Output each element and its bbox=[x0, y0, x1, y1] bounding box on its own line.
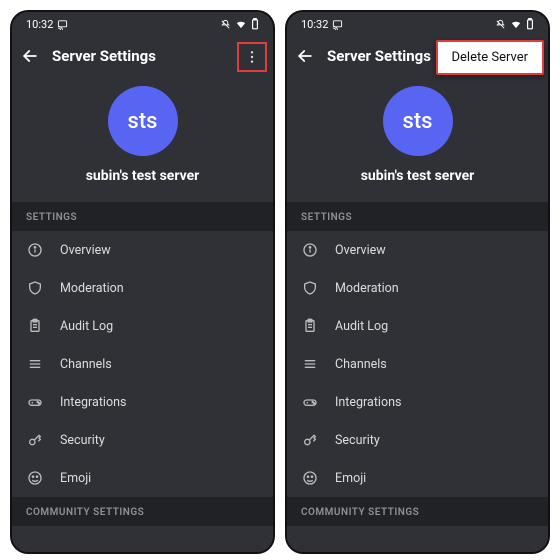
delete-server-menu-item[interactable]: Delete Server bbox=[436, 40, 545, 75]
server-avatar[interactable]: sts bbox=[383, 86, 453, 156]
item-label: Channels bbox=[60, 357, 112, 372]
emoji-icon bbox=[301, 470, 319, 486]
server-initials: sts bbox=[128, 109, 158, 134]
cast-icon bbox=[57, 19, 68, 30]
clipboard-icon bbox=[301, 318, 319, 334]
info-icon bbox=[301, 242, 319, 258]
item-moderation[interactable]: Moderation bbox=[287, 269, 548, 307]
server-name: subin's test server bbox=[86, 168, 200, 184]
settings-list: SETTINGS Overview Moderation Audit Log C… bbox=[287, 202, 548, 552]
status-time: 10:32 bbox=[26, 18, 53, 31]
status-bar: 10:32 bbox=[287, 12, 548, 36]
phone-left: 10:32 Server Settings sts bbox=[10, 10, 275, 554]
vibrate-icon bbox=[220, 19, 231, 30]
item-integrations[interactable]: Integrations bbox=[287, 383, 548, 421]
battery-icon bbox=[251, 18, 259, 30]
more-vertical-icon bbox=[244, 49, 260, 65]
cast-icon bbox=[332, 19, 343, 30]
item-label: Security bbox=[335, 433, 380, 448]
phone-right: 10:32 Server Settings Delete Server bbox=[285, 10, 550, 554]
item-moderation[interactable]: Moderation bbox=[12, 269, 273, 307]
wifi-icon bbox=[510, 19, 522, 30]
item-label: Overview bbox=[335, 243, 386, 258]
shield-icon bbox=[301, 280, 319, 296]
item-emoji[interactable]: Emoji bbox=[287, 459, 548, 497]
status-time: 10:32 bbox=[301, 18, 328, 31]
item-integrations[interactable]: Integrations bbox=[12, 383, 273, 421]
item-audit-log[interactable]: Audit Log bbox=[287, 307, 548, 345]
shield-icon bbox=[26, 280, 44, 296]
item-audit-log[interactable]: Audit Log bbox=[12, 307, 273, 345]
wifi-icon bbox=[235, 19, 247, 30]
item-label: Audit Log bbox=[60, 319, 113, 334]
key-icon bbox=[26, 432, 44, 448]
back-icon[interactable] bbox=[20, 46, 40, 66]
header: Server Settings bbox=[12, 36, 273, 76]
item-label: Moderation bbox=[335, 281, 399, 296]
item-label: Emoji bbox=[60, 471, 91, 486]
header-title: Server Settings bbox=[327, 47, 431, 65]
section-settings: SETTINGS bbox=[287, 202, 548, 231]
back-icon[interactable] bbox=[295, 46, 315, 66]
header: Server Settings Delete Server bbox=[287, 36, 548, 76]
gamepad-icon bbox=[301, 394, 319, 410]
item-label: Emoji bbox=[335, 471, 366, 486]
settings-list: SETTINGS Overview Moderation Audit Log C… bbox=[12, 202, 273, 552]
item-label: Channels bbox=[335, 357, 387, 372]
server-header: sts subin's test server bbox=[12, 76, 273, 202]
gamepad-icon bbox=[26, 394, 44, 410]
item-label: Integrations bbox=[60, 395, 126, 410]
item-channels[interactable]: Channels bbox=[287, 345, 548, 383]
clipboard-icon bbox=[26, 318, 44, 334]
item-overview[interactable]: Overview bbox=[12, 231, 273, 269]
server-avatar[interactable]: sts bbox=[108, 86, 178, 156]
item-label: Integrations bbox=[335, 395, 401, 410]
vibrate-icon bbox=[495, 19, 506, 30]
emoji-icon bbox=[26, 470, 44, 486]
header-title: Server Settings bbox=[52, 47, 156, 65]
item-label: Overview bbox=[60, 243, 111, 258]
list-icon bbox=[26, 356, 44, 372]
key-icon bbox=[301, 432, 319, 448]
info-icon bbox=[26, 242, 44, 258]
section-community: COMMUNITY SETTINGS bbox=[287, 497, 548, 526]
item-label: Audit Log bbox=[335, 319, 388, 334]
server-header: sts subin's test server bbox=[287, 76, 548, 202]
item-security[interactable]: Security bbox=[12, 421, 273, 459]
item-emoji[interactable]: Emoji bbox=[12, 459, 273, 497]
item-channels[interactable]: Channels bbox=[12, 345, 273, 383]
server-initials: sts bbox=[403, 109, 433, 134]
server-name: subin's test server bbox=[361, 168, 475, 184]
section-settings: SETTINGS bbox=[12, 202, 273, 231]
item-label: Moderation bbox=[60, 281, 124, 296]
item-overview[interactable]: Overview bbox=[287, 231, 548, 269]
status-bar: 10:32 bbox=[12, 12, 273, 36]
more-button[interactable] bbox=[237, 42, 267, 72]
battery-icon bbox=[526, 18, 534, 30]
delete-server-label: Delete Server bbox=[452, 50, 529, 65]
section-community: COMMUNITY SETTINGS bbox=[12, 497, 273, 526]
item-security[interactable]: Security bbox=[287, 421, 548, 459]
item-label: Security bbox=[60, 433, 105, 448]
list-icon bbox=[301, 356, 319, 372]
